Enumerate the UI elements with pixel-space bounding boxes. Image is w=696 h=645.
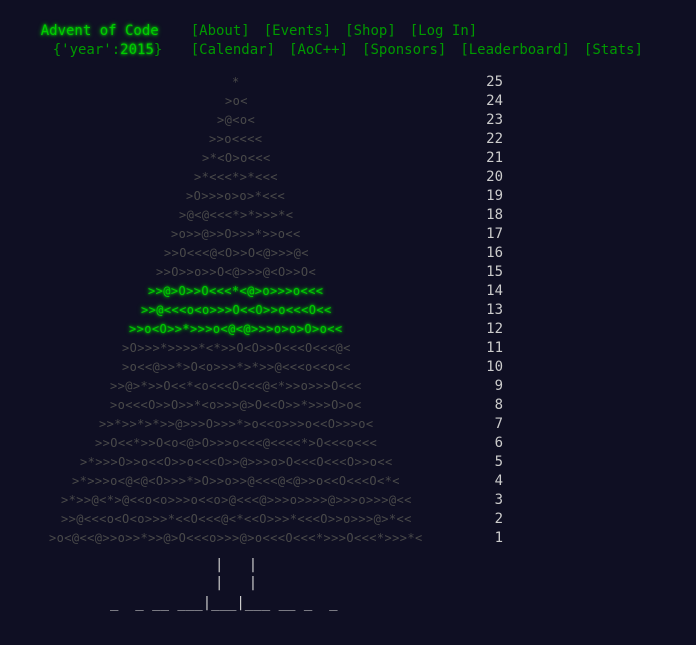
calendar-day-16-number: 16: [486, 245, 503, 261]
calendar-day-14-link[interactable]: >>@>O>>O<<<*<@>o>>>o<<< 14: [0, 282, 510, 301]
calendar-day-19-art: >O>>>o>o>*<<<: [186, 189, 286, 203]
calendar-day-17-art: >o>>@>>O>>>*>>o<<: [171, 227, 301, 241]
calendar-day-4-art: >*>>>o<@<@<O>>>*>O>>o>>@<<<@<@>>o<<O<<<O…: [72, 474, 400, 488]
calendar-day-6-number: 6: [494, 435, 503, 451]
calendar-day-23-art: >@<o<: [217, 113, 256, 127]
calendar-day-6-art: >>O<<*>>O<o<@>O>>>o<<<@<<<<*>O<<<o<<<: [95, 436, 378, 450]
nav-shop-link[interactable]: [Shop]: [345, 22, 396, 41]
calendar-day-16-link[interactable]: >>O<<<@<O>>O<@>>>@< 16: [0, 244, 510, 263]
calendar-day-3-link[interactable]: >*>>@<*>@<<o<o>>>o<<o>@<<<@>>>o>>>>@>>>o…: [0, 491, 510, 510]
calendar-day-14-art: >>@>O>>O<<<*<@>o>>>o<<<: [148, 284, 324, 298]
calendar-day-12-number: 12: [486, 321, 503, 337]
nav-calendar-link[interactable]: [Calendar]: [191, 41, 275, 60]
calendar-day-14-number: 14: [486, 283, 503, 299]
calendar-day-20-link[interactable]: >*<<<*>*<<< 20: [0, 168, 510, 187]
calendar-day-24-link[interactable]: >o< 24: [0, 92, 510, 111]
calendar-day-18-art: >@<@<<<*>*>>>*<: [179, 208, 294, 222]
calendar-day-17-link[interactable]: >o>>@>>O>>>*>>o<< 17: [0, 225, 510, 244]
calendar-day-23-link[interactable]: >@<o< 23: [0, 111, 510, 130]
nav-login-link[interactable]: [Log In]: [410, 22, 477, 41]
calendar-day-12-art: >>o<O>>*>>>o<@<@>>>o>o>O>o<<: [129, 322, 343, 336]
site-title-link[interactable]: Advent of Code: [41, 22, 191, 41]
calendar-day-13-link[interactable]: >>@<<<o<o>>>O<<O>>o<<<O<< 13: [0, 301, 510, 320]
calendar-day-3-art: >*>>@<*>@<<o<o>>>o<<o>@<<<@>>>o>>>>@>>>o…: [61, 493, 412, 507]
calendar-day-24-art: >o<: [225, 94, 248, 108]
calendar-day-8-art: >o<<<O>>O>>*<o>>>@>O<<O>>*>>>O>o<: [110, 398, 362, 412]
calendar-day-11-art: >O>>>*>>>>*<*>>O<O>>O<<<O<<<@<: [122, 341, 351, 355]
calendar-day-21-link[interactable]: >*<O>o<<< 21: [0, 149, 510, 168]
calendar-day-5-number: 5: [494, 454, 503, 470]
site-header: Advent of Code [About] [Events] [Shop] [Log …: [7, 3, 696, 58]
nav-about-link[interactable]: [About]: [191, 22, 250, 41]
nav-aocpp-link[interactable]: [AoC++]: [289, 41, 348, 60]
calendar-day-7-link[interactable]: >>*>>*>*>>@>>>O>>>*>o<<o>>>o<<O>>>o< 7: [0, 415, 510, 434]
header-row-1: Advent of Code [About] [Events] [Shop] [Log …: [7, 3, 696, 39]
calendar-day-22-art: >>o<<<<: [209, 132, 263, 146]
calendar-day-3-number: 3: [494, 492, 503, 508]
calendar-day-8-number: 8: [494, 397, 503, 413]
calendar-day-2-number: 2: [494, 511, 503, 527]
tree-trunk-line-2: | |: [215, 575, 258, 591]
tree-trunk-line-1: | |: [215, 557, 258, 573]
calendar-day-2-art: >>@<<<o<O<o>>>*<<O<<<@<*<<O>>>*<<<O>>o>>…: [61, 512, 412, 526]
calendar-day-11-link[interactable]: >O>>>*>>>>*<*>>O<O>>O<<<O<<<@< 11: [0, 339, 510, 358]
calendar-day-19-link[interactable]: >O>>>o>o>*<<< 19: [0, 187, 510, 206]
calendar-day-13-art: >>@<<<o<o>>>O<<O>>o<<<O<<: [141, 303, 332, 317]
nav-primary: [About] [Events] [Shop] [Log In]: [191, 22, 491, 41]
calendar-day-8-link[interactable]: >o<<<O>>O>>*<o>>>@>O<<O>>*>>>O>o< 8: [0, 396, 510, 415]
year-suffix: }: [153, 42, 163, 58]
calendar-day-21-art: >*<O>o<<<: [202, 151, 271, 165]
calendar-day-9-link[interactable]: >>@>*>>O<<*<o<<<O<<<@<*>>o>>>O<<< 9: [0, 377, 510, 396]
calendar-day-13-number: 13: [486, 302, 503, 318]
calendar-day-9-art: >>@>*>>O<<*<o<<<O<<<@<*>>o>>>O<<<: [110, 379, 362, 393]
calendar-day-1-art: >o<@<<@>>o>>*>>@>O<<<o>>>@>o<<<O<<<*>>>O…: [49, 531, 423, 545]
calendar-day-24-number: 24: [486, 93, 503, 109]
calendar-day-7-art: >>*>>*>*>>@>>>O>>>*>o<<o>>>o<<O>>>o<: [99, 417, 374, 431]
calendar-day-20-number: 20: [486, 169, 503, 185]
calendar-day-7-number: 7: [494, 416, 503, 432]
calendar-day-18-number: 18: [486, 207, 503, 223]
calendar-day-18-link[interactable]: >@<@<<<*>*>>>*< 18: [0, 206, 510, 225]
calendar-day-23-number: 23: [486, 112, 503, 128]
calendar-day-19-number: 19: [486, 188, 503, 204]
calendar-day-16-art: >>O<<<@<O>>O<@>>>@<: [164, 246, 309, 260]
calendar-day-11-number: 11: [486, 340, 503, 356]
calendar-day-4-link[interactable]: >*>>>o<@<@<O>>>*>O>>o>>@<<<@<@>>o<<O<<<O…: [0, 472, 510, 491]
calendar-day-25-art: *: [232, 75, 240, 89]
calendar-day-9-number: 9: [494, 378, 503, 394]
calendar-day-17-number: 17: [486, 226, 503, 242]
calendar-day-22-link[interactable]: >>o<<<< 22: [0, 130, 510, 149]
calendar-day-12-link[interactable]: >>o<O>>*>>>o<@<@>>>o>o>O>o<< 12: [0, 320, 510, 339]
calendar-day-25-link[interactable]: * 25: [0, 73, 510, 92]
calendar-day-6-link[interactable]: >>O<<*>>O<o<@>O>>>o<<<@<<<<*>O<<<o<<< 6: [0, 434, 510, 453]
nav-events-link[interactable]: [Events]: [264, 22, 331, 41]
calendar-day-4-number: 4: [494, 473, 503, 489]
calendar-day-22-number: 22: [486, 131, 503, 147]
event-year: {'year':2015}: [41, 41, 191, 60]
calendar-day-1-link[interactable]: >o<@<<@>>o>>*>>@>O<<<o>>>@>o<<<O<<<*>>>O…: [0, 529, 510, 548]
calendar-day-10-art: >o<<@>>*>O<o>>>*>*>>@<<<o<<o<<: [122, 360, 351, 374]
tree-ground: _ _ __ ___|___|___ __ _ _: [110, 595, 338, 611]
calendar-day-10-link[interactable]: >o<<@>>*>O<o>>>*>*>>@<<<o<<o<< 10: [0, 358, 510, 377]
calendar-day-25-number: 25: [486, 74, 503, 90]
nav-leaderboard-link[interactable]: [Leaderboard]: [460, 41, 570, 60]
calendar-day-15-link[interactable]: >>O>>o>>O<@>>>@<O>>O< 15: [0, 263, 510, 282]
year-prefix: {'year':: [52, 42, 121, 58]
calendar-day-5-art: >*>>>O>>o<<O>>o<<<O>>@>>>o>O<<<O<<<O>>o<…: [80, 455, 393, 469]
calendar-day-15-art: >>O>>o>>O<@>>>@<O>>O<: [156, 265, 317, 279]
calendar-day-2-link[interactable]: >>@<<<o<O<o>>>*<<O<<<@<*<<O>>>*<<<O>>o>>…: [0, 510, 510, 529]
calendar-day-21-number: 21: [486, 150, 503, 166]
calendar-day-20-art: >*<<<*>*<<<: [194, 170, 278, 184]
calendar-day-15-number: 15: [486, 264, 503, 280]
nav-sponsors-link[interactable]: [Sponsors]: [362, 41, 446, 60]
calendar-day-5-link[interactable]: >*>>>O>>o<<O>>o<<<O>>@>>>o>O<<<O<<<O>>o<…: [0, 453, 510, 472]
nav-stats-link[interactable]: [Stats]: [584, 41, 643, 60]
nav-secondary: [Calendar] [AoC++] [Sponsors] [Leaderboard]…: [191, 41, 657, 60]
calendar-day-1-number: 1: [494, 530, 503, 546]
calendar-day-10-number: 10: [486, 359, 503, 375]
year-link[interactable]: 2015: [120, 42, 154, 58]
